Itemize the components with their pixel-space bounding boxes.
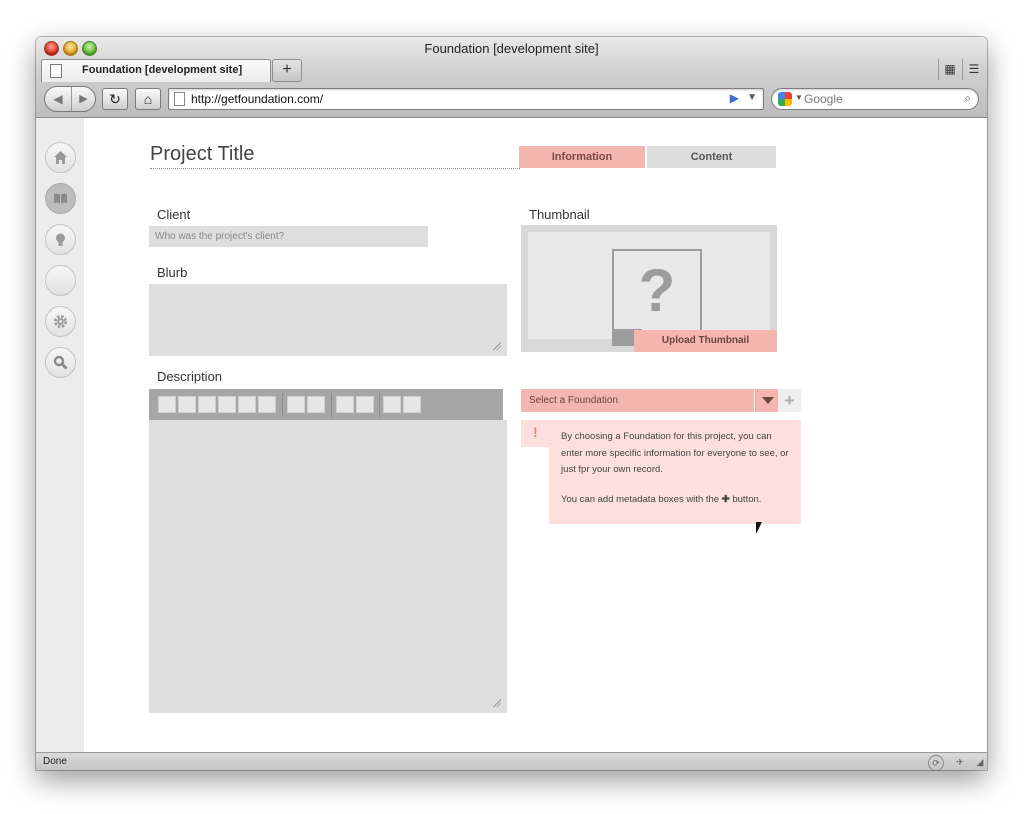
status-text: Done bbox=[43, 756, 67, 767]
chevron-down-icon[interactable] bbox=[755, 389, 779, 412]
sidebar-settings-button[interactable] bbox=[45, 306, 76, 337]
gear-icon bbox=[54, 315, 67, 328]
search-engine-dropdown-icon[interactable]: ▼ bbox=[795, 93, 803, 102]
toolbar-button[interactable] bbox=[218, 396, 236, 413]
add-metadata-button[interactable]: + bbox=[778, 389, 801, 412]
toolbar-button[interactable] bbox=[307, 396, 325, 413]
toolbar-button[interactable] bbox=[383, 396, 401, 413]
plus-icon: ✚ bbox=[721, 494, 730, 505]
back-button[interactable]: ◀ bbox=[45, 87, 72, 111]
warning-icon: ! bbox=[533, 424, 538, 440]
resize-grip-icon[interactable]: ◢ bbox=[973, 755, 987, 769]
tab-title: Foundation [development site] bbox=[82, 64, 243, 76]
foundation-select[interactable]: Select a Foundation bbox=[521, 389, 754, 412]
tab-information[interactable]: Information bbox=[519, 146, 645, 168]
browser-window: Foundation [development site] Foundation… bbox=[36, 37, 987, 770]
foundation-notice: By choosing a Foundation for this projec… bbox=[549, 420, 801, 524]
title-underline bbox=[150, 168, 520, 169]
tab-overview-icon[interactable]: ▦ bbox=[938, 59, 961, 80]
page-icon bbox=[50, 64, 62, 78]
window-title: Foundation [development site] bbox=[424, 41, 599, 56]
client-input[interactable] bbox=[149, 226, 428, 247]
project-title[interactable]: Project Title bbox=[150, 143, 254, 166]
description-resize-handle[interactable] bbox=[493, 699, 501, 707]
question-mark-icon: ? bbox=[638, 257, 676, 324]
url-text[interactable]: http://getfoundation.com/ bbox=[191, 92, 323, 106]
toolbar-button[interactable] bbox=[178, 396, 196, 413]
sidebar-blank-button[interactable] bbox=[45, 265, 76, 296]
thumbnail-preview: ? bbox=[528, 232, 770, 346]
history-dropdown-icon[interactable]: ▼ bbox=[747, 92, 757, 103]
tab-content[interactable]: Content bbox=[647, 146, 776, 168]
mouse-cursor-icon bbox=[756, 522, 762, 534]
app-sidebar bbox=[36, 118, 85, 752]
google-logo-icon[interactable] bbox=[778, 92, 792, 106]
toolbar-separator bbox=[379, 393, 380, 417]
notice-text: By choosing a Foundation for this projec… bbox=[561, 431, 789, 475]
notice-text-after: button. bbox=[732, 494, 762, 505]
blurb-textarea[interactable] bbox=[149, 284, 507, 356]
search-icon bbox=[53, 355, 68, 370]
toolbar-button[interactable] bbox=[198, 396, 216, 413]
notice-text-secondary: You can add metadata boxes with the ✚ bu… bbox=[561, 494, 793, 505]
go-arrow-icon[interactable]: ▶ bbox=[730, 91, 739, 105]
title-bar: Foundation [development site] Foundation… bbox=[36, 37, 987, 118]
sidebar-home-button[interactable] bbox=[45, 142, 76, 173]
description-editor-toolbar bbox=[149, 389, 503, 420]
page-icon bbox=[174, 92, 185, 106]
toolbar-button[interactable] bbox=[336, 396, 354, 413]
url-bar[interactable]: http://getfoundation.com/ ▶ ▼ bbox=[168, 88, 764, 110]
magnifier-icon[interactable]: ⌕ bbox=[964, 91, 971, 106]
thumbnail-label: Thumbnail bbox=[529, 207, 590, 222]
upload-thumbnail-button[interactable]: Upload Thumbnail bbox=[634, 330, 777, 352]
addon-icon[interactable]: ✈ bbox=[953, 755, 967, 769]
description-textarea[interactable] bbox=[149, 420, 507, 713]
home-icon bbox=[54, 151, 67, 164]
toolbar-separator bbox=[331, 393, 332, 417]
forward-button[interactable]: ▶ bbox=[72, 87, 95, 111]
toolbar-button[interactable] bbox=[258, 396, 276, 413]
toolbar-button[interactable] bbox=[287, 396, 305, 413]
home-button[interactable]: ⌂ bbox=[135, 88, 161, 110]
status-bar: Done ⟳ ✈ ◢ bbox=[36, 752, 987, 770]
toolbar-separator bbox=[282, 393, 283, 417]
search-bar[interactable]: ▼ Google ⌕ bbox=[771, 88, 979, 110]
search-placeholder[interactable]: Google bbox=[804, 92, 843, 106]
toolbar-button[interactable] bbox=[238, 396, 256, 413]
browser-tab[interactable]: Foundation [development site] bbox=[41, 59, 271, 82]
toolbar-button[interactable] bbox=[403, 396, 421, 413]
sidebar-ideas-button[interactable] bbox=[45, 224, 76, 255]
toolbar-button[interactable] bbox=[356, 396, 374, 413]
notice-text-before: You can add metadata boxes with the bbox=[561, 494, 720, 505]
new-tab-button[interactable]: + bbox=[272, 59, 302, 82]
blurb-resize-handle[interactable] bbox=[493, 342, 501, 350]
sidebar-search-button[interactable] bbox=[45, 347, 76, 378]
sidebar-projects-button[interactable] bbox=[45, 183, 76, 214]
client-label: Client bbox=[157, 207, 191, 222]
tab-list-icon[interactable]: ☰ bbox=[962, 59, 985, 80]
navigation-toolbar: ◀ ▶ ↻ ⌂ http://getfoundation.com/ ▶ ▼ ▼ … bbox=[36, 82, 987, 117]
thumbnail-dropzone[interactable]: ? Upload Thumbnail bbox=[521, 225, 777, 352]
toolbar-button[interactable] bbox=[158, 396, 176, 413]
back-forward-control: ◀ ▶ bbox=[44, 86, 96, 112]
description-label: Description bbox=[157, 369, 223, 384]
lightbulb-icon bbox=[56, 233, 65, 246]
page-content: Project Title Information Content Client… bbox=[84, 118, 987, 752]
sync-icon[interactable]: ⟳ bbox=[928, 755, 944, 770]
reload-button[interactable]: ↻ bbox=[102, 88, 128, 110]
book-icon bbox=[54, 193, 67, 204]
blurb-label: Blurb bbox=[157, 265, 188, 280]
